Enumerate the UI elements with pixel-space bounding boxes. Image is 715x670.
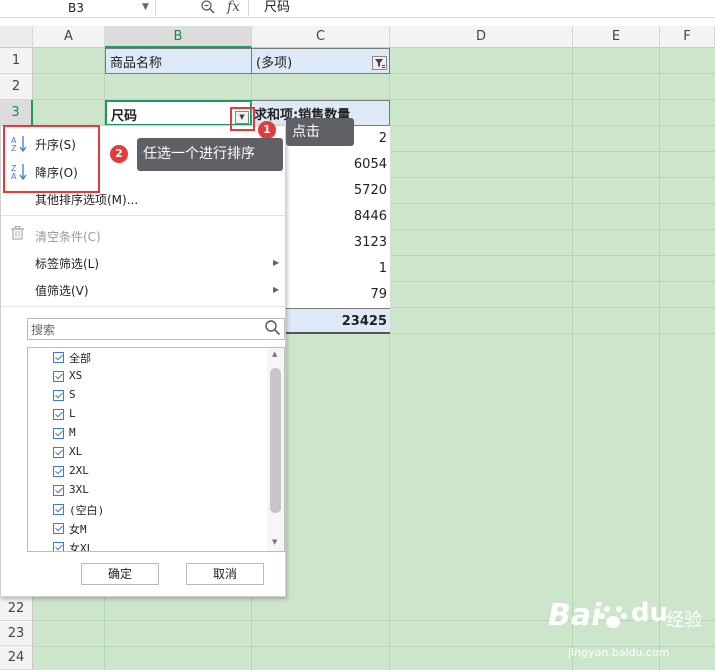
search-placeholder: 搜索 xyxy=(31,323,56,337)
formula-separator xyxy=(248,0,249,16)
annotation-tooltip-sort: 任选一个进行排序 xyxy=(137,138,283,171)
cancel-button[interactable]: 取消 xyxy=(186,563,264,585)
pivot-filter-value-text: (多项) xyxy=(256,56,293,71)
watermark-cn: 经验 xyxy=(666,610,702,631)
search-input[interactable]: 搜索 xyxy=(27,318,285,340)
menu-separator xyxy=(1,306,285,307)
checkbox[interactable] xyxy=(53,504,64,515)
name-box-value: B3 xyxy=(68,1,84,15)
checkbox[interactable] xyxy=(53,523,64,534)
watermark-url: jingyan.baidu.com xyxy=(568,646,670,659)
chevron-right-icon: ▶ xyxy=(273,258,280,267)
row-header-3[interactable]: 3 xyxy=(0,100,33,126)
row-header-22[interactable]: 22 xyxy=(0,596,33,621)
filter-item-list[interactable]: 全部 XS S L M XL 2XL 3XL (空白) 女M 女XL ▲ ▼ xyxy=(27,347,285,552)
annotation-highlight-dropdown xyxy=(230,107,255,131)
column-header-b[interactable]: B xyxy=(105,26,252,48)
column-header-a[interactable]: A xyxy=(33,26,105,48)
search-icon[interactable] xyxy=(264,319,281,340)
paw-icon xyxy=(598,601,628,634)
formula-input[interactable]: 尺码 xyxy=(264,0,290,15)
trash-icon xyxy=(11,226,24,243)
select-all-corner[interactable] xyxy=(0,26,33,48)
formula-bar: B3 ▼ fx 尺码 xyxy=(0,0,715,18)
checkbox[interactable] xyxy=(53,542,64,551)
pivot-row-field-label: 尺码 xyxy=(111,109,138,124)
grid-line xyxy=(572,48,573,670)
scroll-down-icon[interactable]: ▼ xyxy=(272,538,277,546)
chevron-down-icon[interactable]: ▼ xyxy=(142,0,149,15)
menu-label-filter[interactable]: 标签筛选(L) xyxy=(35,255,99,272)
watermark-brand-2: du xyxy=(631,598,669,628)
row-header-23[interactable]: 23 xyxy=(0,621,33,646)
annotation-tooltip-click: 点击 xyxy=(286,118,354,146)
column-header-c[interactable]: C xyxy=(252,26,390,48)
column-header-f[interactable]: F xyxy=(660,26,715,48)
checkbox[interactable] xyxy=(53,371,64,382)
menu-more-sort-options[interactable]: 其他排序选项(M)... xyxy=(35,191,138,208)
row-header-1[interactable]: 1 xyxy=(0,48,33,74)
column-header-d[interactable]: D xyxy=(390,26,573,48)
zoom-icon[interactable] xyxy=(200,0,216,18)
scroll-up-icon[interactable]: ▲ xyxy=(272,350,277,358)
annotation-highlight-sort xyxy=(3,125,100,193)
chevron-right-icon: ▶ xyxy=(273,285,280,294)
menu-separator xyxy=(1,215,285,216)
fx-icon[interactable]: fx xyxy=(227,0,240,15)
checkbox[interactable] xyxy=(53,447,64,458)
menu-clear-conditions: 清空条件(C) xyxy=(35,230,101,244)
row-header-2[interactable]: 2 xyxy=(0,74,33,100)
checkbox[interactable] xyxy=(53,428,64,439)
checkbox[interactable] xyxy=(53,390,64,401)
column-header-e[interactable]: E xyxy=(573,26,660,48)
checkbox[interactable] xyxy=(53,485,64,496)
checkbox[interactable] xyxy=(53,352,64,363)
watermark-brand: Bai xyxy=(548,598,602,633)
ok-button[interactable]: 确定 xyxy=(81,563,159,585)
menu-value-filter[interactable]: 值筛选(V) xyxy=(35,282,89,299)
annotation-step-badge: 2 xyxy=(110,145,128,163)
grid-line xyxy=(659,48,660,670)
checkbox[interactable] xyxy=(53,466,64,477)
filter-sort-panel: AZ 升序(S) ZA 降序(O) 其他排序选项(M)... 清空条件(C) 标… xyxy=(0,125,286,597)
row-header-24[interactable]: 24 xyxy=(0,646,33,670)
pivot-filter-field-label[interactable]: 商品名称 xyxy=(105,48,252,74)
baidu-watermark: Bai du 经验 jingyan.baidu.com xyxy=(548,598,708,668)
filter-icon[interactable] xyxy=(372,56,387,70)
pivot-filter-value[interactable]: (多项) xyxy=(251,48,390,74)
name-box[interactable]: B3 ▼ xyxy=(0,0,156,16)
scrollbar-thumb[interactable] xyxy=(270,368,281,513)
checkbox[interactable] xyxy=(53,409,64,420)
annotation-step-badge: 1 xyxy=(258,121,276,139)
